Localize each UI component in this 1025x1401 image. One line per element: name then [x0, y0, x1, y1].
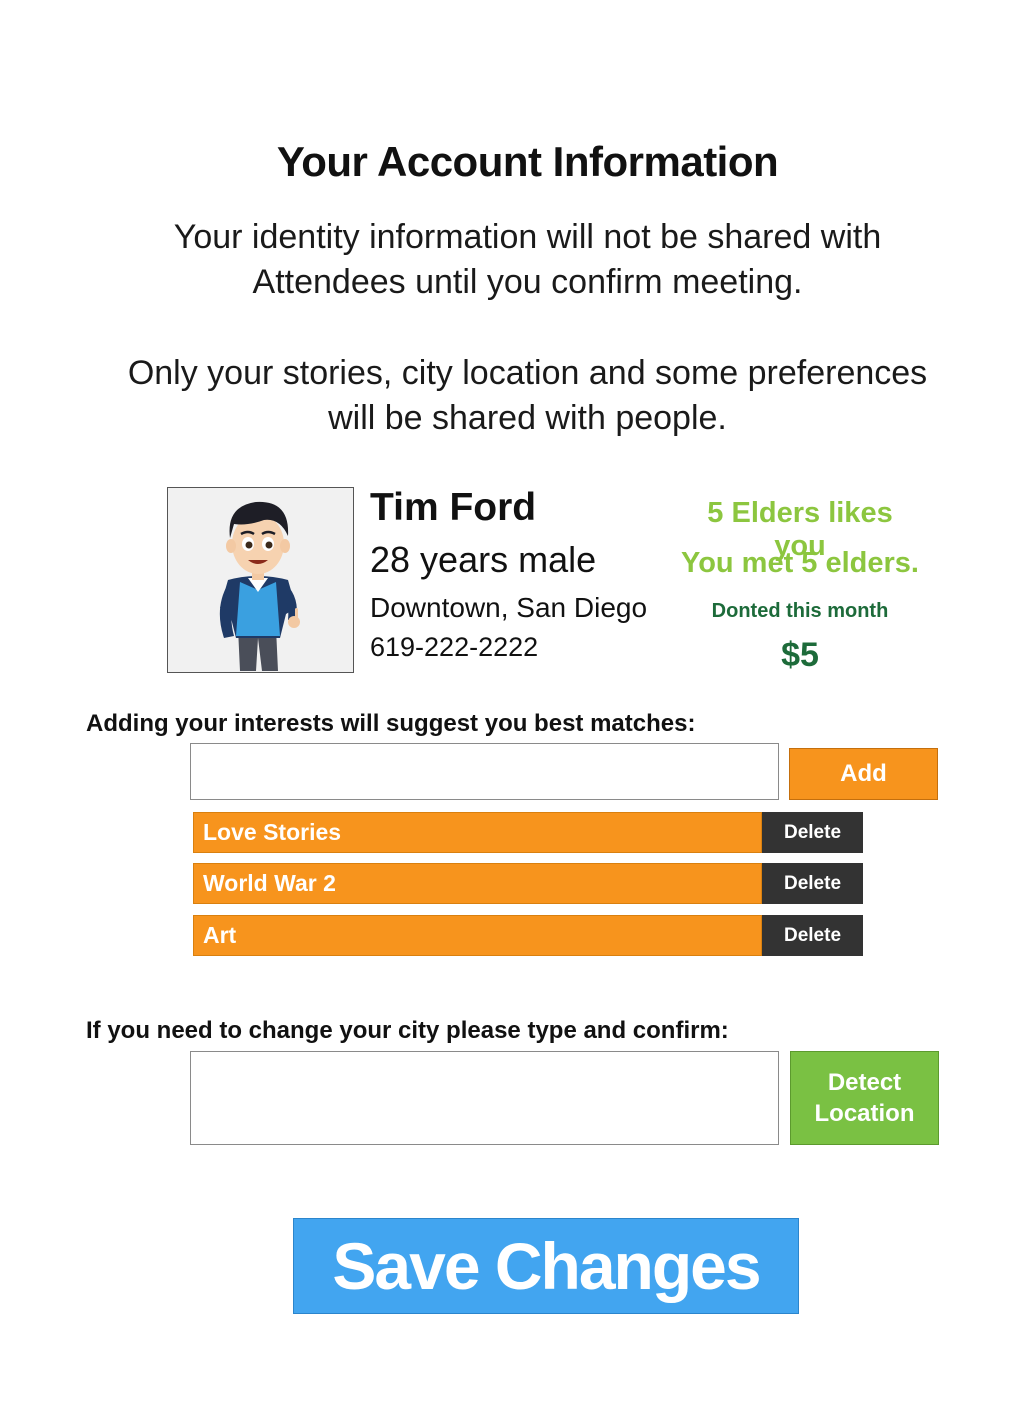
donated-amount: $5 — [781, 636, 819, 674]
interest-item: Love Stories Delete — [193, 812, 863, 853]
privacy-notice-line: Attendees until you confirm meeting. — [252, 263, 803, 301]
met-stat: You met 5 elders. — [681, 547, 919, 579]
delete-interest-button[interactable]: Delete — [762, 812, 863, 853]
interest-tag: Love Stories — [193, 812, 762, 853]
profile-location: Downtown, San Diego — [370, 592, 648, 623]
detect-location-label: Detect — [827, 1069, 902, 1096]
profile-name: Tim Ford — [370, 486, 537, 529]
interest-item: World War 2 Delete — [193, 863, 863, 904]
page-title: Your Account Information — [276, 138, 779, 185]
interest-item: Art Delete — [193, 915, 863, 956]
delete-interest-button[interactable]: Delete — [762, 863, 863, 904]
interest-tag: World War 2 — [193, 863, 762, 904]
delete-interest-button[interactable]: Delete — [762, 915, 863, 956]
sharing-notice-line: Only your stories, city location and som… — [127, 354, 928, 392]
city-label: If you need to change your city please t… — [86, 1017, 729, 1044]
avatar — [167, 487, 354, 673]
interest-tag: Art — [193, 915, 762, 956]
detect-location-label: Location — [814, 1100, 915, 1127]
interests-label: Adding your interests will suggest you b… — [86, 710, 696, 737]
profile-age-gender: 28 years male — [370, 539, 597, 580]
privacy-notice-line: Your identity information will not be sh… — [173, 218, 882, 256]
profile-phone: 619-222-2222 — [370, 632, 539, 662]
cartoon-man-avatar-icon — [219, 501, 300, 671]
donated-label: Donted this month — [711, 600, 889, 622]
add-interest-button[interactable]: Add — [789, 748, 938, 800]
sharing-notice: Only your stories, city location and som… — [0, 351, 1025, 441]
save-changes-button[interactable]: Save Changes — [293, 1218, 799, 1314]
detect-location-button[interactable]: Detect Location — [790, 1051, 939, 1145]
interest-input[interactable] — [190, 743, 779, 800]
sharing-notice-line: will be shared with people. — [328, 399, 727, 437]
city-input[interactable] — [190, 1051, 779, 1145]
privacy-notice: Your identity information will not be sh… — [0, 215, 1025, 305]
